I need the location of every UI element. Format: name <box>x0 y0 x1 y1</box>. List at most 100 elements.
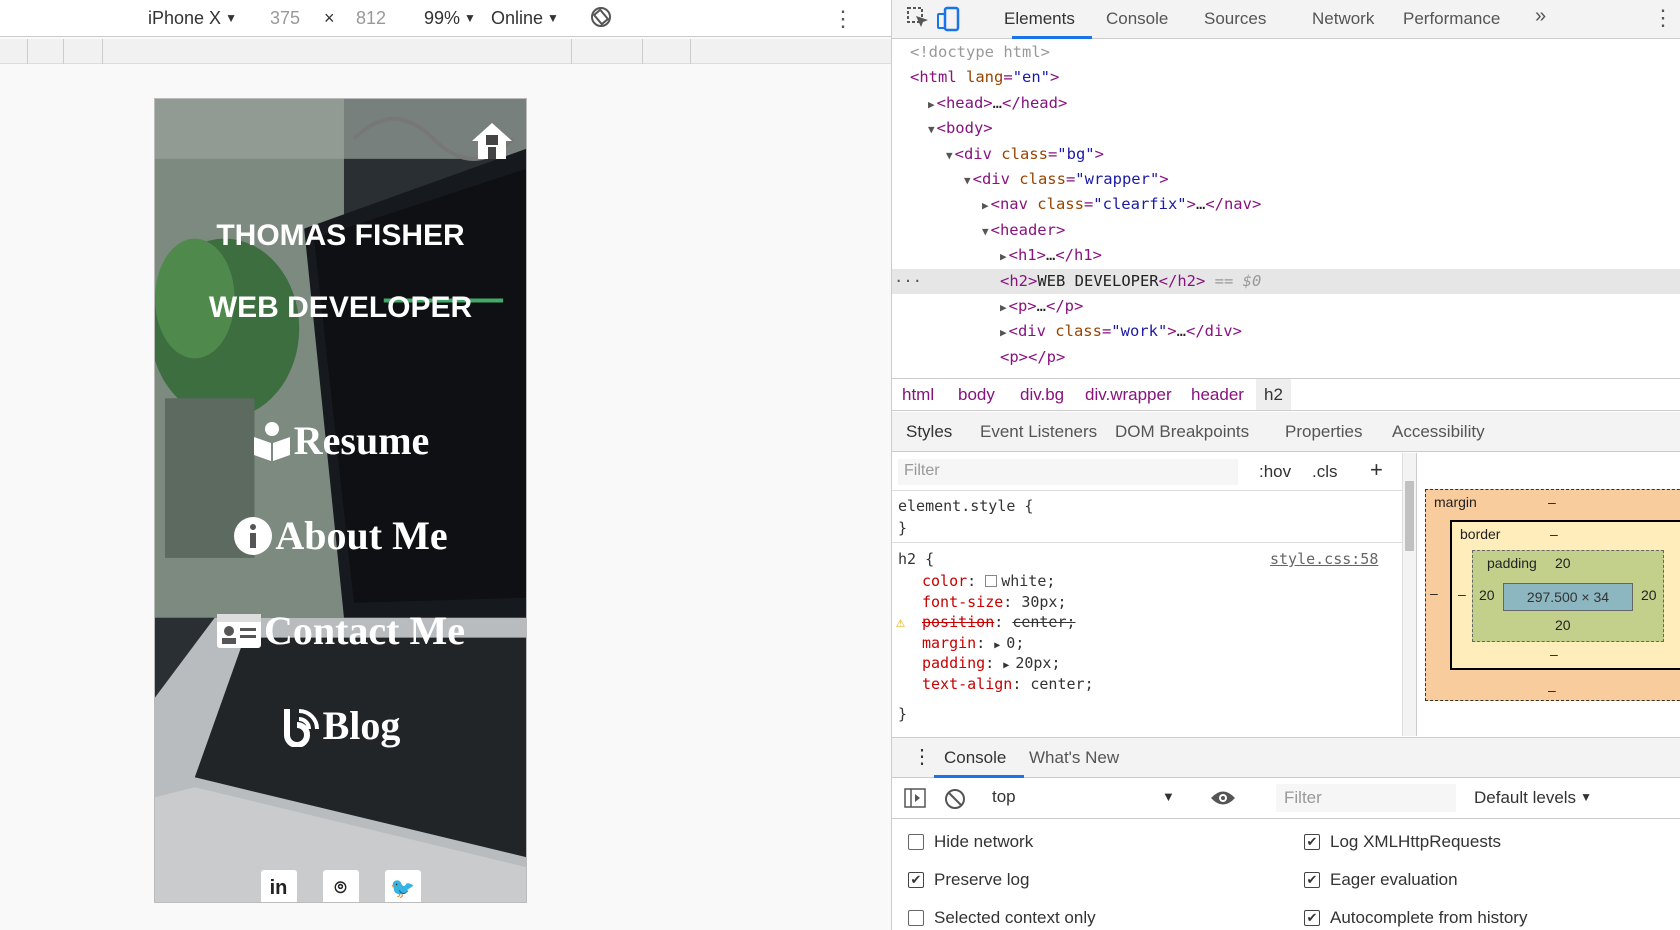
twitter-icon[interactable]: 🐦 <box>384 870 421 902</box>
css-property-name[interactable]: font-size <box>922 593 1003 611</box>
dom-node[interactable]: ▶ <nav class="clearfix">…</nav> <box>892 192 1680 217</box>
devtools-menu-icon[interactable]: ⋮ <box>1652 5 1674 31</box>
tab-event-listeners[interactable]: Event Listeners <box>980 422 1097 442</box>
console-option[interactable]: ✔ Preserve log <box>908 870 1029 890</box>
box-model-content[interactable]: 297.500 × 34 <box>1503 583 1633 611</box>
drawer-tab-whats-new[interactable]: What's New <box>1029 748 1119 768</box>
height-input[interactable]: 812 <box>356 8 386 29</box>
tab-performance[interactable]: Performance <box>1403 9 1500 29</box>
css-property-name[interactable]: text-align <box>922 675 1012 693</box>
css-property[interactable]: margin: ▶ 0; <box>922 632 1024 654</box>
css-property-value[interactable]: center <box>1012 613 1066 631</box>
nav-link-blog[interactable]: Blog <box>155 702 526 749</box>
checkbox[interactable]: ✔ <box>908 872 924 888</box>
zoom-select[interactable]: 99% ▼ <box>424 8 476 29</box>
live-expression-eye-icon[interactable] <box>1210 789 1236 812</box>
github-icon[interactable]: ⌾ <box>322 870 359 902</box>
inspect-element-icon[interactable] <box>906 6 930 35</box>
drawer-menu-icon[interactable]: ⋮ <box>912 744 932 769</box>
console-option[interactable]: Selected context only <box>908 908 1096 928</box>
tab-elements[interactable]: Elements <box>1004 9 1075 29</box>
collapse-arrow-icon[interactable]: ▼ <box>928 123 935 136</box>
tab-properties[interactable]: Properties <box>1285 422 1362 442</box>
collapse-arrow-icon[interactable]: ▼ <box>982 225 989 238</box>
more-options-icon[interactable]: ⋮ <box>832 6 854 32</box>
console-option[interactable]: ✔ Eager evaluation <box>1304 870 1458 890</box>
tab-dom-breakpoints[interactable]: DOM Breakpoints <box>1115 422 1249 442</box>
console-option[interactable]: ✔ Log XMLHttpRequests <box>1304 832 1501 852</box>
expand-arrow-icon[interactable]: ▶ <box>1000 326 1007 339</box>
console-option[interactable]: ✔ Autocomplete from history <box>1304 908 1527 928</box>
expand-arrow-icon[interactable]: ▶ <box>994 640 1006 651</box>
hov-button[interactable]: :hov <box>1259 462 1291 482</box>
dom-node[interactable]: <!doctype html> <box>892 40 1680 65</box>
tab-sources[interactable]: Sources <box>1204 9 1266 29</box>
box-model-border[interactable]: border – – – padding 20 20 20 20 297.500… <box>1450 520 1680 670</box>
nav-link-contact[interactable]: Contact Me <box>155 607 526 654</box>
css-property-value[interactable]: center <box>1030 675 1084 693</box>
tab-console[interactable]: Console <box>1106 9 1168 29</box>
css-property-name[interactable]: margin <box>922 634 976 652</box>
css-property[interactable]: ⚠ position: center; <box>896 611 1076 633</box>
dom-node[interactable]: <p></p> <box>892 345 1680 370</box>
device-toggle-icon[interactable] <box>936 6 962 37</box>
drawer-tab-console[interactable]: Console <box>944 748 1006 768</box>
dom-node-selected[interactable]: ··· <h2>WEB DEVELOPER</h2> == $0 <box>892 268 1680 294</box>
dom-node[interactable]: <html lang="en"> <box>892 65 1680 90</box>
css-property-name[interactable]: padding <box>922 654 985 672</box>
checkbox[interactable] <box>908 834 924 850</box>
expand-arrow-icon[interactable]: ▶ <box>1000 250 1007 263</box>
checkbox[interactable]: ✔ <box>1304 834 1320 850</box>
dom-node[interactable]: ▶ <p>…</p> <box>892 294 1680 319</box>
checkbox[interactable]: ✔ <box>1304 872 1320 888</box>
css-property[interactable]: padding: ▶ 20px; <box>922 652 1060 674</box>
styles-filter-input[interactable]: Filter <box>898 459 1238 485</box>
breadcrumb-item[interactable]: body <box>958 385 995 405</box>
css-property-value[interactable]: white <box>1001 572 1046 590</box>
expand-arrow-icon[interactable]: ▶ <box>982 199 989 212</box>
console-sidebar-icon[interactable] <box>904 788 926 813</box>
css-property-value[interactable]: 0 <box>1006 634 1015 652</box>
breadcrumb-current[interactable]: h2 <box>1256 379 1291 410</box>
css-property-name[interactable]: position <box>922 613 994 631</box>
dom-node[interactable]: ▼ <header> <box>892 218 1680 243</box>
more-tabs-icon[interactable]: » <box>1535 5 1546 28</box>
checkbox[interactable] <box>908 910 924 926</box>
css-property-name[interactable]: color <box>922 572 967 590</box>
nav-link-resume[interactable]: Resume <box>155 417 526 464</box>
collapse-arrow-icon[interactable]: ▼ <box>946 149 953 162</box>
css-property-value[interactable]: 20px <box>1015 654 1051 672</box>
tab-styles[interactable]: Styles <box>906 422 952 442</box>
dom-node[interactable]: ▼ <body> <box>892 116 1680 141</box>
breadcrumb-item[interactable]: html <box>902 385 934 405</box>
css-property[interactable]: text-align: center; <box>922 673 1094 695</box>
checkbox[interactable]: ✔ <box>1304 910 1320 926</box>
breadcrumb-item[interactable]: header <box>1191 385 1244 405</box>
dom-node[interactable]: ▼ <div class="wrapper"> <box>892 167 1680 192</box>
dom-node[interactable]: ▶ <div class="work">…</div> <box>892 319 1680 344</box>
tab-accessibility[interactable]: Accessibility <box>1392 422 1485 442</box>
box-model-margin[interactable]: margin – – – border – – – padding 20 20 … <box>1425 489 1680 701</box>
collapse-arrow-icon[interactable]: ▼ <box>964 174 971 187</box>
media-query-ruler[interactable] <box>0 39 891 64</box>
nav-link-about[interactable]: About Me <box>155 512 526 559</box>
styles-scrollbar[interactable] <box>1402 453 1416 736</box>
width-input[interactable]: 375 <box>270 8 300 29</box>
breadcrumb-item[interactable]: div.bg <box>1020 385 1064 405</box>
linkedin-icon[interactable]: in <box>260 870 297 902</box>
expand-arrow-icon[interactable]: ▶ <box>928 98 935 111</box>
home-icon[interactable] <box>470 121 514 166</box>
context-select[interactable]: top <box>992 787 1092 807</box>
console-filter-input[interactable]: Filter <box>1276 784 1456 812</box>
color-swatch[interactable] <box>985 575 998 587</box>
rotate-icon[interactable] <box>590 6 612 33</box>
cls-button[interactable]: .cls <box>1312 462 1338 482</box>
expand-arrow-icon[interactable]: ▶ <box>1003 660 1015 671</box>
dom-node[interactable]: ▶ <h1>…</h1> <box>892 243 1680 268</box>
expand-arrow-icon[interactable]: ▶ <box>1000 301 1007 314</box>
css-property[interactable]: font-size: 30px; <box>922 591 1067 613</box>
device-select[interactable]: iPhone X ▼ <box>148 8 237 29</box>
tab-network[interactable]: Network <box>1312 9 1374 29</box>
log-levels-select[interactable]: Default levels ▼ <box>1474 788 1592 808</box>
rule-source-link[interactable]: style.css:58 <box>1270 548 1378 570</box>
